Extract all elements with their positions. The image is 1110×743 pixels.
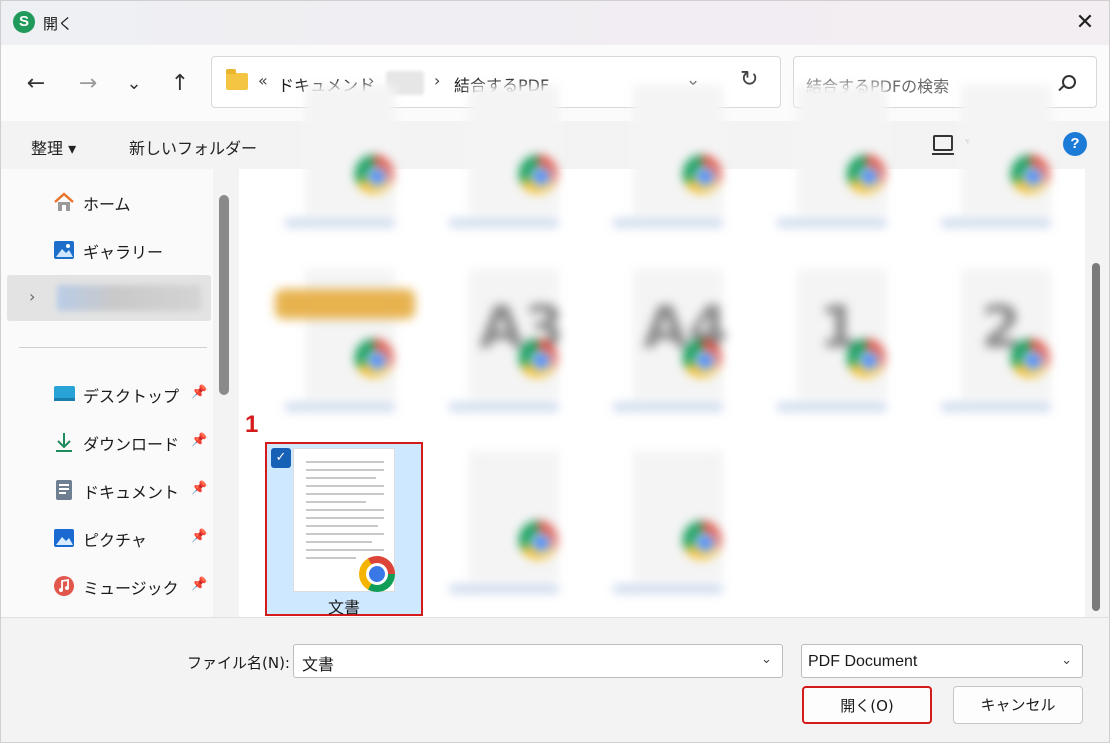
file-item[interactable]: A4 <box>603 269 743 419</box>
chrome-icon <box>359 556 395 592</box>
download-icon <box>56 433 72 452</box>
open-button[interactable]: 開く(O) <box>802 686 932 724</box>
recent-locations-button[interactable]: ⌄ <box>117 67 151 101</box>
file-item[interactable] <box>439 451 579 601</box>
sidebar-item-label: ホーム <box>83 195 131 214</box>
filename-label: ファイル名(N): <box>187 654 290 672</box>
file-item[interactable] <box>275 269 415 419</box>
file-item[interactable] <box>275 85 415 235</box>
file-item[interactable]: A3 <box>439 269 579 419</box>
up-button[interactable]: ↑ <box>163 67 197 101</box>
file-name-label: 文書 <box>327 598 360 617</box>
chevron-down-icon: ⌄ <box>1061 653 1072 668</box>
navigation-pane: ホーム ギャラリー › デスクトップ 📌 ダウンロード 📌 ドキュメント 📌 ピ… <box>1 169 213 617</box>
pin-icon[interactable]: 📌 <box>191 433 207 448</box>
sidebar-item-label: ミュージック <box>83 579 179 598</box>
cancel-button[interactable]: キャンセル <box>953 686 1083 724</box>
open-file-dialog: S 開く ✕ ← → ⌄ ↑ « ドキュメント › › 結合するPDF ⌄ ↻ … <box>0 0 1110 743</box>
sidebar-item-home[interactable]: ホーム <box>1 179 211 225</box>
redacted-name <box>57 285 201 311</box>
desktop-icon <box>54 386 75 401</box>
sidebar-item-pictures[interactable]: ピクチャ 📌 <box>1 515 211 561</box>
gallery-icon <box>54 241 74 259</box>
annotation-step-1: 1 <box>245 411 259 438</box>
filename-input[interactable]: 文書 <box>293 644 783 678</box>
file-item[interactable]: 2 <box>931 269 1071 419</box>
filetype-value: PDF Document <box>808 653 918 670</box>
app-icon: S <box>13 11 35 33</box>
file-item-selected[interactable]: ✓ 文書 <box>265 442 423 617</box>
pin-icon[interactable]: 📌 <box>191 529 207 544</box>
close-button[interactable]: ✕ <box>1071 9 1099 37</box>
breadcrumb-overflow[interactable]: « <box>258 71 268 90</box>
file-list: A3 A4 1 2 ✓ 文書 <box>239 85 1085 617</box>
back-button[interactable]: ← <box>19 67 53 101</box>
sidebar-item-label: デスクトップ <box>83 387 180 406</box>
selection-checkbox[interactable]: ✓ <box>271 448 291 468</box>
file-item[interactable] <box>767 85 907 235</box>
sidebar-scrollbar[interactable] <box>219 195 229 395</box>
filetype-select[interactable]: PDF Document ⌄ <box>801 644 1083 678</box>
content-scrollbar[interactable] <box>1087 169 1107 617</box>
forward-button[interactable]: → <box>71 67 105 101</box>
sidebar-item-label: ドキュメント <box>83 483 180 502</box>
music-icon <box>54 576 74 596</box>
file-item[interactable] <box>931 85 1071 235</box>
sidebar-item-label: ダウンロード <box>83 435 180 454</box>
organize-menu[interactable]: 整理 ▾ <box>31 135 76 159</box>
sidebar-item-music[interactable]: ミュージック 📌 <box>1 563 211 609</box>
document-icon <box>56 480 72 500</box>
file-item[interactable] <box>439 85 579 235</box>
pin-icon[interactable]: 📌 <box>191 385 207 400</box>
sidebar-item-documents[interactable]: ドキュメント 📌 <box>1 467 211 513</box>
sidebar-item-gallery[interactable]: ギャラリー <box>1 227 211 273</box>
scrollbar-thumb[interactable] <box>1092 263 1100 611</box>
sidebar-item-desktop[interactable]: デスクトップ 📌 <box>1 371 211 417</box>
pin-icon[interactable]: 📌 <box>191 481 207 496</box>
expand-chevron-icon[interactable]: › <box>29 287 35 306</box>
sidebar-item-label: ピクチャ <box>83 531 147 550</box>
file-item[interactable]: 1 <box>767 269 907 419</box>
sidebar-item-redacted[interactable]: › <box>7 275 211 321</box>
pin-icon[interactable]: 📌 <box>191 577 207 592</box>
sidebar-item-downloads[interactable]: ダウンロード 📌 <box>1 419 211 465</box>
file-item[interactable] <box>603 451 743 601</box>
footer: ファイル名(N): 文書 ⌄ PDF Document ⌄ 開く(O) キャンセ… <box>1 617 1109 742</box>
pictures-icon <box>54 529 74 547</box>
filename-history-caret[interactable]: ⌄ <box>761 652 772 667</box>
home-icon <box>54 192 74 211</box>
title-bar: S 開く ✕ <box>1 1 1109 45</box>
sidebar-item-label: ギャラリー <box>83 243 164 262</box>
folder-icon <box>226 69 248 90</box>
file-item[interactable] <box>603 85 743 235</box>
sidebar-divider <box>19 347 207 348</box>
new-folder-button[interactable]: 新しいフォルダー <box>129 135 257 159</box>
window-title: 開く <box>43 15 74 33</box>
